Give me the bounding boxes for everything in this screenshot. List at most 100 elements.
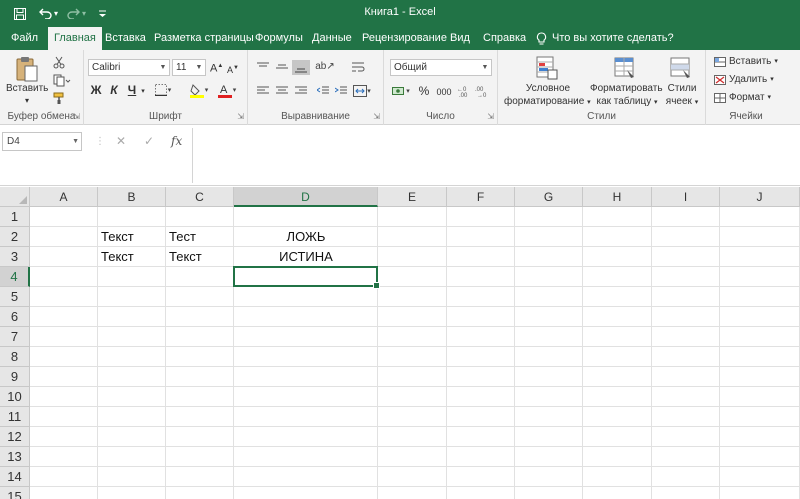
delete-cells-button[interactable]: Удалить ▾ bbox=[714, 74, 786, 86]
tab-insert[interactable]: Вставка bbox=[105, 27, 146, 50]
format-as-table-button[interactable]: как таблицу ▾ bbox=[594, 96, 660, 109]
conditional-formatting-button[interactable]: форматирование ▾ bbox=[504, 96, 591, 109]
comma-style-button[interactable]: 000 bbox=[434, 86, 454, 98]
column-header-a[interactable]: A bbox=[30, 187, 98, 207]
align-top-icon[interactable] bbox=[256, 61, 270, 73]
format-painter-icon[interactable] bbox=[52, 91, 66, 105]
paste-dropdown-icon[interactable]: ▾ bbox=[20, 95, 34, 107]
alignment-launcher-icon[interactable]: ⇲ bbox=[373, 112, 380, 121]
select-all-button[interactable] bbox=[0, 187, 30, 207]
tab-page-layout[interactable]: Разметка страницы bbox=[154, 27, 254, 50]
bold-button[interactable]: Ж bbox=[90, 84, 102, 96]
align-middle-icon[interactable] bbox=[275, 61, 289, 73]
underline-button[interactable]: Ч bbox=[126, 84, 138, 96]
active-cell-selection[interactable] bbox=[233, 266, 380, 289]
row-header-4[interactable]: 4 bbox=[0, 267, 30, 287]
decrease-indent-icon[interactable] bbox=[316, 85, 330, 97]
column-header-i[interactable]: I bbox=[652, 187, 720, 207]
chevron-down-icon[interactable]: ▼ bbox=[72, 133, 79, 150]
orientation-icon[interactable]: ab↗ bbox=[314, 59, 336, 74]
font-name-select[interactable]: Calibri ▼ bbox=[88, 59, 170, 76]
grow-font-button[interactable]: A▲ bbox=[210, 60, 223, 75]
tab-home[interactable]: Главная bbox=[48, 27, 102, 50]
row-header-11[interactable]: 11 bbox=[0, 407, 30, 427]
insert-cells-button[interactable]: Вставить ▾ bbox=[714, 56, 786, 68]
cell-d3[interactable]: ИСТИНА bbox=[234, 247, 378, 266]
decrease-decimal-icon[interactable]: .00 →0 bbox=[474, 84, 490, 98]
conditional-formatting-line1[interactable]: Условное bbox=[520, 83, 576, 95]
cell-c3[interactable]: Текст bbox=[166, 247, 234, 266]
row-header-1[interactable]: 1 bbox=[0, 207, 30, 227]
increase-decimal-icon[interactable]: ←0.00 bbox=[456, 84, 472, 98]
confirm-entry-icon: ✓ bbox=[144, 134, 155, 148]
cell-styles-icon[interactable] bbox=[668, 55, 694, 81]
cell-c2[interactable]: Тест bbox=[166, 227, 234, 246]
tab-data[interactable]: Данные bbox=[312, 27, 352, 50]
insert-function-icon[interactable]: fx bbox=[171, 132, 182, 151]
align-left-icon[interactable] bbox=[256, 85, 270, 97]
row-header-3[interactable]: 3 bbox=[0, 247, 30, 267]
tab-view[interactable]: Вид bbox=[450, 27, 470, 50]
row-header-8[interactable]: 8 bbox=[0, 347, 30, 367]
italic-button[interactable]: К bbox=[108, 84, 120, 96]
paste-button[interactable]: Вставить bbox=[6, 83, 48, 95]
format-as-table-line2: как таблицу bbox=[596, 96, 652, 107]
row-header-9[interactable]: 9 bbox=[0, 367, 30, 387]
row-header-7[interactable]: 7 bbox=[0, 327, 30, 347]
column-header-b[interactable]: B bbox=[98, 187, 166, 207]
cell-styles-button[interactable]: ячеек ▾ bbox=[660, 96, 704, 109]
column-header-g[interactable]: G bbox=[515, 187, 583, 207]
row-header-12[interactable]: 12 bbox=[0, 427, 30, 447]
number-launcher-icon[interactable]: ⇲ bbox=[487, 112, 494, 121]
row-header-13[interactable]: 13 bbox=[0, 447, 30, 467]
merge-center-icon[interactable]: ▾ bbox=[350, 84, 374, 98]
cell-d2[interactable]: ЛОЖЬ bbox=[234, 227, 378, 246]
column-header-f[interactable]: F bbox=[447, 187, 515, 207]
format-as-table-line1[interactable]: Форматировать bbox=[590, 83, 663, 95]
name-box[interactable]: D4 ▼ bbox=[2, 132, 82, 151]
format-cells-button[interactable]: Формат ▾ bbox=[714, 92, 786, 104]
tab-formulas[interactable]: Формулы bbox=[255, 27, 303, 50]
paste-icon[interactable] bbox=[14, 55, 40, 83]
align-center-icon[interactable] bbox=[275, 85, 289, 97]
cell-styles-line1[interactable]: Стили bbox=[664, 83, 700, 95]
column-header-h[interactable]: H bbox=[583, 187, 652, 207]
cell-b3[interactable]: Текст bbox=[98, 247, 166, 266]
column-header-e[interactable]: E bbox=[378, 187, 447, 207]
wrap-text-icon[interactable] bbox=[350, 60, 368, 74]
formula-input[interactable] bbox=[192, 128, 800, 183]
format-as-table-icon[interactable] bbox=[612, 55, 638, 81]
tell-me-box[interactable]: Что вы хотите сделать? bbox=[536, 27, 674, 50]
row-header-6[interactable]: 6 bbox=[0, 307, 30, 327]
column-header-j[interactable]: J bbox=[720, 187, 800, 207]
borders-icon[interactable]: ▾ bbox=[154, 83, 172, 97]
conditional-formatting-icon[interactable] bbox=[534, 55, 560, 81]
cut-icon[interactable] bbox=[52, 55, 66, 69]
tab-file[interactable]: Файл bbox=[11, 27, 38, 50]
align-right-icon[interactable] bbox=[294, 85, 308, 97]
row-header-14[interactable]: 14 bbox=[0, 467, 30, 487]
row-header-5[interactable]: 5 bbox=[0, 287, 30, 307]
clipboard-launcher-icon[interactable]: ⇲ bbox=[73, 112, 80, 121]
row-header-2[interactable]: 2 bbox=[0, 227, 30, 247]
currency-format-icon[interactable]: ▾ bbox=[390, 83, 412, 98]
column-header-c[interactable]: C bbox=[166, 187, 234, 207]
row-header-15[interactable]: 15 bbox=[0, 487, 30, 499]
shrink-font-button[interactable]: A▼ bbox=[227, 62, 239, 76]
increase-indent-icon[interactable] bbox=[334, 85, 348, 97]
font-color-icon[interactable]: A ▾ bbox=[216, 82, 238, 98]
tab-review[interactable]: Рецензирование bbox=[362, 27, 447, 50]
align-bottom-icon[interactable] bbox=[292, 60, 310, 75]
fill-color-icon[interactable]: ▾ bbox=[188, 82, 210, 98]
row-header-10[interactable]: 10 bbox=[0, 387, 30, 407]
spreadsheet-grid[interactable]: A B C D E F G H I J 1 2 3 4 5 6 7 8 9 10 11 12 13 14 15 Текст Тест… bbox=[0, 187, 800, 499]
underline-dropdown-icon[interactable]: ▾ bbox=[139, 86, 147, 98]
cell-b2[interactable]: Текст bbox=[98, 227, 166, 246]
font-launcher-icon[interactable]: ⇲ bbox=[237, 112, 244, 121]
column-header-d[interactable]: D bbox=[234, 187, 378, 207]
font-size-select[interactable]: 11 ▼ bbox=[172, 59, 206, 76]
tab-help[interactable]: Справка bbox=[483, 27, 526, 50]
percent-button[interactable]: % bbox=[418, 85, 430, 97]
number-format-select[interactable]: Общий ▼ bbox=[390, 59, 492, 76]
copy-icon[interactable] bbox=[52, 73, 72, 87]
